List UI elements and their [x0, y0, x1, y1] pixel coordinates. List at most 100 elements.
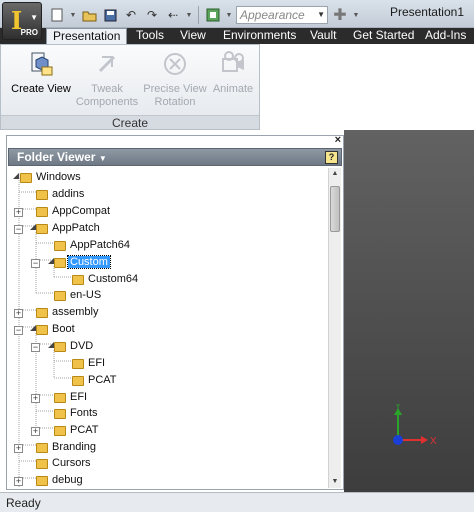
- folder-icon: [54, 241, 66, 251]
- tree-item-label: Cursors: [52, 457, 91, 469]
- quick-access-toolbar: ▼ ↶ ↷ ⇠ ▼ ▼ Appearance ▼ ✚ ▼: [48, 4, 360, 26]
- tree-item-label: en-US: [70, 289, 102, 301]
- coordinate-triad-icon: Y X: [393, 404, 437, 447]
- expand-icon[interactable]: +: [31, 427, 40, 436]
- folder-icon: [72, 275, 84, 285]
- tab-view[interactable]: View: [180, 28, 206, 44]
- animate-label: Animate: [212, 83, 254, 95]
- redo-icon[interactable]: ↷: [143, 6, 161, 24]
- folder-tree: ◢ Windows addins + AppCompat − ◢ AppPatc…: [8, 168, 328, 488]
- precise-view-rotation-label-line2: Rotation: [154, 96, 196, 108]
- folder-icon: [54, 426, 66, 436]
- precise-view-rotation-button[interactable]: Precise View Rotation: [141, 49, 209, 109]
- tab-add-ins[interactable]: Add-Ins: [425, 28, 466, 44]
- tree-item-label: DVD: [70, 340, 94, 352]
- toolbar-separator: [198, 6, 199, 24]
- folder-icon: [54, 393, 66, 403]
- chevron-down-icon: ▼: [317, 10, 325, 19]
- tree-item-label: Boot: [52, 323, 75, 335]
- collapse-icon[interactable]: −: [31, 259, 40, 268]
- tweak-components-label-line2: Components: [75, 96, 139, 108]
- tree-item-label: Fonts: [70, 407, 98, 419]
- tab-get-started[interactable]: Get Started: [353, 28, 414, 44]
- tree-item-label: AppPatch: [52, 222, 100, 234]
- return-icon[interactable]: ⇠: [164, 6, 182, 24]
- animate-icon: [218, 49, 248, 79]
- folder-icon: [54, 258, 66, 268]
- new-dropdown-icon[interactable]: ▼: [69, 6, 77, 24]
- scroll-down-icon[interactable]: ▼: [329, 476, 341, 488]
- expand-icon[interactable]: +: [31, 394, 40, 403]
- folder-icon: [36, 224, 48, 234]
- scroll-up-icon[interactable]: ▲: [329, 168, 341, 180]
- customize-qat-icon[interactable]: ▼: [352, 6, 360, 24]
- create-view-button[interactable]: Create View: [9, 49, 73, 96]
- close-icon[interactable]: ×: [335, 134, 341, 146]
- tree-item-label: addins: [52, 188, 85, 200]
- update-dropdown-icon[interactable]: ▼: [225, 6, 233, 24]
- collapse-icon[interactable]: −: [14, 326, 23, 335]
- tree-item-label: PCAT: [70, 424, 99, 436]
- scrollbar-thumb[interactable]: [330, 186, 340, 232]
- tree-item-label: Custom64: [88, 273, 139, 285]
- chevron-down-icon: ▼: [98, 154, 107, 163]
- title-bar: ▼ ↶ ↷ ⇠ ▼ ▼ Appearance ▼ ✚ ▼ Presentatio…: [0, 0, 474, 28]
- help-icon[interactable]: ?: [325, 151, 338, 164]
- animate-button[interactable]: Animate: [207, 49, 259, 96]
- return-dropdown-icon[interactable]: ▼: [185, 6, 193, 24]
- create-view-label: Create View: [11, 83, 71, 95]
- application-menu-button[interactable]: I ▼ PRO: [2, 2, 42, 40]
- update-icon[interactable]: [204, 6, 222, 24]
- tree-scrollbar[interactable]: ▲ ▼: [328, 168, 341, 488]
- folder-icon: [20, 173, 32, 183]
- expand-icon[interactable]: +: [14, 309, 23, 318]
- appearance-dropdown[interactable]: Appearance ▼: [236, 6, 328, 24]
- tweak-components-icon: [92, 49, 122, 79]
- open-icon[interactable]: [80, 6, 98, 24]
- document-title: Presentation1: [389, 5, 464, 19]
- tree-item-label: Branding: [52, 441, 97, 453]
- expand-icon[interactable]: +: [14, 477, 23, 486]
- collapse-icon[interactable]: −: [14, 225, 23, 234]
- tab-presentation[interactable]: Presentation: [46, 28, 128, 44]
- ribbon-panel-create: Create View Tweak Components Precise Vie…: [0, 44, 260, 130]
- tree-item-label-selected: Custom: [67, 255, 111, 269]
- expand-icon[interactable]: +: [14, 444, 23, 453]
- expanded-arrow-icon[interactable]: ◢: [13, 171, 19, 180]
- precise-view-rotation-label-line1: Precise View: [143, 83, 207, 95]
- plus-icon[interactable]: ✚: [331, 6, 349, 24]
- tab-environments[interactable]: Environments: [223, 28, 296, 44]
- tweak-components-label-line1: Tweak: [91, 83, 123, 95]
- tab-vault[interactable]: Vault: [310, 28, 336, 44]
- folder-icon: [36, 459, 48, 469]
- folder-icon: [36, 443, 48, 453]
- folder-icon: [72, 359, 84, 369]
- status-text: Ready: [6, 496, 41, 510]
- save-icon[interactable]: [101, 6, 119, 24]
- ribbon-empty-area: [260, 44, 474, 130]
- folder-icon: [36, 476, 48, 486]
- folder-icon: [54, 409, 66, 419]
- folder-icon: [36, 308, 48, 318]
- chevron-down-icon: ▼: [30, 13, 38, 22]
- new-icon[interactable]: [48, 6, 66, 24]
- panel-top-strip: ×: [7, 134, 343, 148]
- folder-viewer-header[interactable]: Folder Viewer ▼ ?: [8, 148, 342, 166]
- tree-item-label: PCAT: [88, 374, 117, 386]
- create-view-icon: [26, 49, 56, 79]
- tree-item-label: debug: [52, 474, 83, 486]
- ribbon-tab-bar: Presentation Tools View Environments Vau…: [0, 28, 474, 44]
- appearance-placeholder: Appearance: [240, 8, 305, 22]
- undo-icon[interactable]: ↶: [122, 6, 140, 24]
- tree-item-label: assembly: [52, 306, 99, 318]
- folder-icon: [36, 190, 48, 200]
- tweak-components-button[interactable]: Tweak Components: [73, 49, 141, 109]
- collapse-icon[interactable]: −: [31, 343, 40, 352]
- folder-viewer-title: Folder Viewer ▼: [17, 150, 107, 164]
- precise-view-rotation-icon: [160, 49, 190, 79]
- expand-icon[interactable]: +: [14, 208, 23, 217]
- folder-viewer-title-text: Folder Viewer: [17, 150, 96, 164]
- tree-item-label: Windows: [36, 171, 81, 183]
- tab-tools[interactable]: Tools: [136, 28, 164, 44]
- folder-icon: [72, 376, 84, 386]
